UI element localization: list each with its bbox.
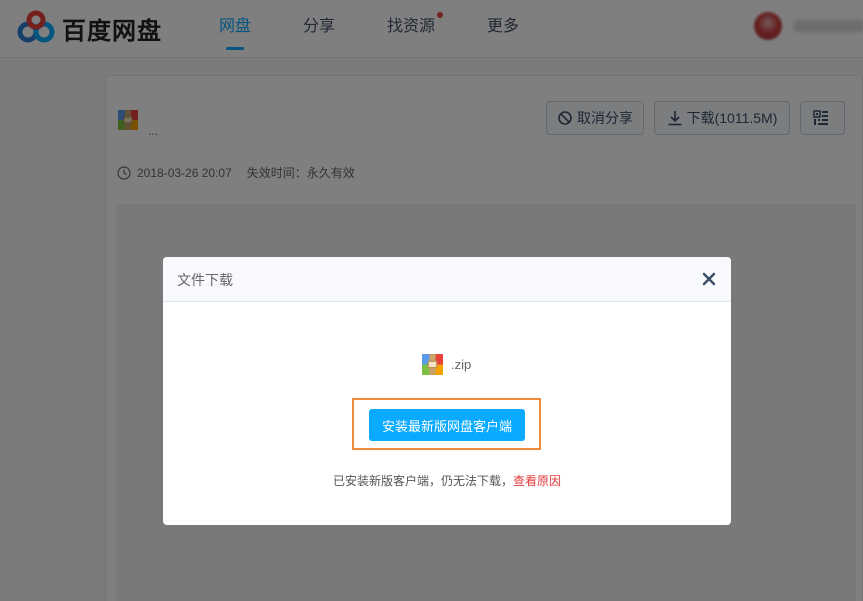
tip-text: 已安装新版客户端，仍无法下载，: [332, 474, 513, 488]
install-client-button[interactable]: 安装最新版网盘客户端: [369, 409, 525, 441]
zip-file-icon: [422, 354, 443, 375]
view-reason-link[interactable]: 查看原因: [513, 474, 561, 488]
dialog-tip: 已安装新版客户端，仍无法下载，查看原因: [163, 472, 731, 489]
dialog-title: 文件下载: [177, 272, 233, 288]
dialog-file-name: .zip: [451, 357, 472, 372]
file-download-dialog: 文件下载 .zip 安装最新版网盘客户端 已安装新版客户端，仍无法下载，查看原因: [163, 257, 731, 525]
dialog-file: .zip: [422, 354, 471, 375]
dialog-header: 文件下载: [163, 257, 731, 302]
close-icon[interactable]: [701, 271, 717, 287]
